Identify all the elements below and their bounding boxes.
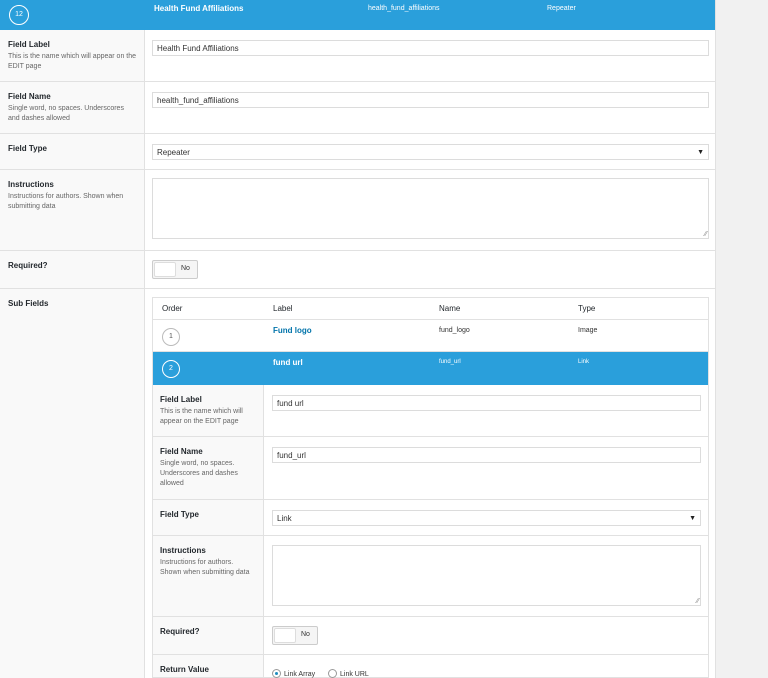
sub-instructions-row: Instructions Instructions for authors. S… [153,536,708,617]
sub-field-name: fund_url [439,359,461,365]
sub-field-name-desc: Single word, no spaces. Underscores and … [160,460,238,487]
sub-required-row: Required? No [153,617,708,655]
return-value-label-col: Return Value [153,655,264,677]
field-name-desc: Single word, no spaces. Underscores and … [8,105,124,122]
resize-grip-icon[interactable]: ⁄⁄ [705,231,707,238]
sub-fields-label-col: Sub Fields [0,289,145,678]
field-type-label-col: Field Type [0,134,145,169]
sub-field-type-label-col: Field Type [153,500,264,535]
order-badge[interactable]: 2 [162,360,180,378]
link-url-label: Link URL [340,671,369,678]
required-toggle-label: No [181,265,190,272]
sub-field-label-row: Field Label This is the name which will … [153,385,708,437]
sub-required-toggle[interactable]: No [272,626,318,645]
field-label-title: Field Label [8,40,50,49]
resize-grip-icon[interactable]: ⁄⁄ [697,598,699,605]
sub-field-label-link[interactable]: fund url [273,358,303,367]
field-label-label-col: Field Label This is the name which will … [0,30,145,81]
field-label-row: Field Label This is the name which will … [0,30,715,82]
field-type-row: Field Type Repeater ▼ [0,134,715,170]
field-name-label-col: Field Name Single word, no spaces. Under… [0,82,145,133]
required-toggle[interactable]: No [152,260,198,279]
field-header-label[interactable]: Health Fund Affiliations [154,4,243,13]
return-value-title: Return Value [160,665,209,674]
instructions-textarea[interactable]: ⁄⁄ [152,178,709,239]
sub-field-label-desc: This is the name which will appear on th… [160,408,243,425]
field-header-name: health_fund_affiliations [368,5,440,12]
sub-required-label-col: Required? [153,617,264,654]
field-header-row[interactable]: 12 Health Fund Affiliations health_fund_… [0,0,715,30]
sub-instructions-desc: Instructions for authors. Shown when sub… [160,559,250,576]
required-title: Required? [8,261,48,270]
sub-field-type-title: Field Type [160,510,199,519]
sub-field-name-label-col: Field Name Single word, no spaces. Under… [153,437,264,499]
link-array-label: Link Array [284,671,316,678]
instructions-desc: Instructions for authors. Shown when sub… [8,193,124,210]
col-type-header: Type [578,304,596,313]
field-header-type: Repeater [547,5,576,12]
caret-down-icon: ▼ [697,149,704,156]
toggle-knob [154,262,176,277]
caret-down-icon: ▼ [689,515,696,522]
sub-instructions-title: Instructions [160,546,206,555]
sub-field-type-select[interactable]: Link ▼ [272,510,701,526]
col-name-header: Name [439,304,461,313]
sub-field-type: Image [578,327,598,334]
table-row[interactable]: 1 Fund logo fund_logo Image [153,320,708,352]
col-order-header: Order [162,304,183,313]
field-name-row: Field Name Single word, no spaces. Under… [0,82,715,134]
sub-field-name: fund_logo [439,327,470,334]
sub-field-label-title: Field Label [160,395,202,404]
instructions-label-col: Instructions Instructions for authors. S… [0,170,145,250]
col-label-header: Label [273,304,293,313]
sub-field-type-value: Link [277,514,292,523]
instructions-title: Instructions [8,180,54,189]
order-badge[interactable]: 12 [9,5,29,25]
table-row[interactable]: 2 fund url fund_url Link [153,352,708,385]
order-badge[interactable]: 1 [162,328,180,346]
return-value-link-url-radio[interactable]: Link URL [328,669,369,678]
sub-field-name-input[interactable]: fund_url [272,447,701,463]
sub-field-type: Link [578,359,590,365]
sub-field-name-row: Field Name Single word, no spaces. Under… [153,437,708,500]
sub-required-toggle-label: No [301,631,310,638]
sub-field-label-label-col: Field Label This is the name which will … [153,385,264,436]
field-name-input[interactable]: health_fund_affiliations [152,92,709,108]
field-name-title: Field Name [8,92,51,101]
return-value-row: Return Value [153,655,708,677]
sub-field-label-link[interactable]: Fund logo [273,326,312,335]
required-label-col: Required? [0,251,145,288]
toggle-knob [274,628,296,643]
sub-field-name-title: Field Name [160,447,203,456]
field-settings-panel: 12 Health Fund Affiliations health_fund_… [0,0,716,678]
sub-field-type-row: Field Type Link ▼ [153,500,708,536]
field-type-value: Repeater [157,148,190,157]
sub-fields-header: Order Label Name Type [153,298,708,320]
sub-fields-title: Sub Fields [8,299,49,308]
field-label-desc: This is the name which will appear on th… [8,53,137,70]
radio-unselected-icon [328,669,337,678]
sub-fields-table: Order Label Name Type 1 Fund logo fund_l… [152,297,709,678]
sub-instructions-textarea[interactable]: ⁄⁄ [272,545,701,606]
field-type-select[interactable]: Repeater ▼ [152,144,709,160]
required-row: Required? No [0,251,715,289]
field-type-title: Field Type [8,144,47,153]
sub-field-label-input[interactable]: fund url [272,395,701,411]
return-value-link-array-radio[interactable]: Link Array [272,669,315,678]
field-label-input[interactable]: Health Fund Affiliations [152,40,709,56]
instructions-row: Instructions Instructions for authors. S… [0,170,715,251]
sub-required-title: Required? [160,627,200,636]
sub-instructions-label-col: Instructions Instructions for authors. S… [153,536,264,616]
radio-selected-icon [272,669,281,678]
